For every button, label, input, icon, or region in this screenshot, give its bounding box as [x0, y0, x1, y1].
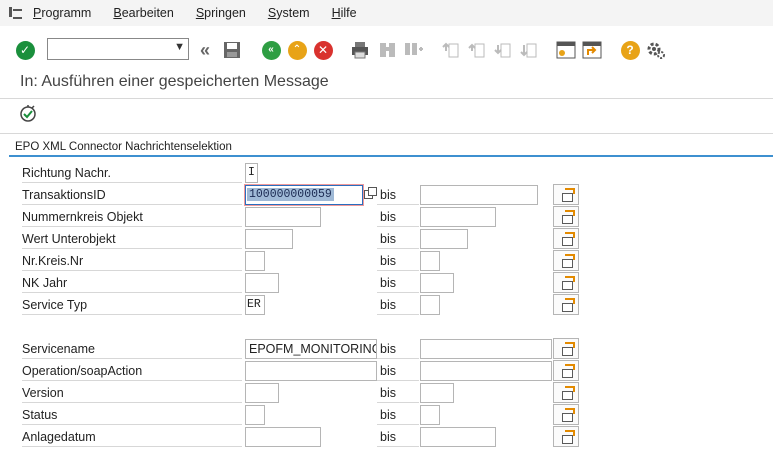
multiple-selection-button[interactable]	[553, 360, 579, 381]
help-icon[interactable]: ?	[620, 40, 640, 60]
label-bis: bis	[377, 405, 419, 425]
label-bis: bis	[377, 295, 419, 315]
richtung-field[interactable]: I	[245, 163, 258, 183]
menu-bearbeiten[interactable]: Bearbeiten	[113, 6, 173, 20]
label-bis: bis	[377, 185, 419, 205]
service-typ-from-field[interactable]: ER	[245, 295, 265, 315]
print-icon[interactable]	[350, 40, 370, 60]
nk-jahr-from-field[interactable]	[245, 273, 279, 293]
nr-kreis-nr-to-field[interactable]	[420, 251, 440, 271]
servicename-to-field[interactable]	[420, 339, 552, 359]
section-underline	[9, 155, 773, 157]
label-bis: bis	[377, 339, 419, 359]
transaktionsid-value: 100000000059	[247, 188, 334, 201]
command-input[interactable]	[48, 39, 168, 59]
previous-page-icon	[467, 40, 487, 60]
label-wert-unterobjekt: Wert Unterobjekt	[22, 229, 242, 249]
nummernkreis-to-field[interactable]	[420, 207, 496, 227]
version-to-field[interactable]	[420, 383, 454, 403]
multiple-selection-button[interactable]	[553, 294, 579, 315]
double-chevron-left-icon[interactable]: «	[195, 40, 215, 60]
menu-bar: Programm Bearbeiten Springen System Hilf…	[0, 0, 773, 26]
menu-springen[interactable]: Springen	[196, 6, 246, 20]
status-to-field[interactable]	[420, 405, 440, 425]
multiple-selection-button[interactable]	[553, 382, 579, 403]
last-page-icon	[519, 40, 539, 60]
label-bis: bis	[377, 361, 419, 381]
label-bis: bis	[377, 273, 419, 293]
nk-jahr-to-field[interactable]	[420, 273, 454, 293]
enter-icon[interactable]: ✓	[15, 40, 35, 60]
wert-unterobjekt-from-field[interactable]	[245, 229, 293, 249]
multiple-selection-button[interactable]	[553, 206, 579, 227]
multiple-selection-button[interactable]	[553, 404, 579, 425]
next-page-icon	[493, 40, 513, 60]
label-anlagedatum: Anlagedatum	[22, 427, 242, 447]
label-version: Version	[22, 383, 242, 403]
status-from-field[interactable]	[245, 405, 265, 425]
section-top-divider	[0, 133, 773, 134]
nr-kreis-nr-from-field[interactable]	[245, 251, 265, 271]
label-bis: bis	[377, 229, 419, 249]
menu-programm[interactable]: Programm	[33, 6, 91, 20]
value-help-icon[interactable]	[364, 187, 377, 199]
cancel-icon[interactable]: ✕	[313, 40, 333, 60]
multiple-selection-button[interactable]	[553, 338, 579, 359]
operation-to-field[interactable]	[420, 361, 552, 381]
label-bis: bis	[377, 427, 419, 447]
label-richtung: Richtung Nachr.	[22, 163, 242, 183]
service-typ-to-field[interactable]	[420, 295, 440, 315]
multiple-selection-button[interactable]	[553, 184, 579, 205]
new-session-icon[interactable]	[556, 40, 576, 60]
find-next-icon	[404, 40, 424, 60]
label-service-typ: Service Typ	[22, 295, 242, 315]
execute-icon[interactable]	[18, 104, 38, 124]
section-title: EPO XML Connector Nachrichtenselektion	[15, 141, 232, 153]
save-icon[interactable]	[222, 40, 242, 60]
title-divider	[0, 98, 773, 99]
page-title: In: Ausführen einer gespeicherten Messag…	[20, 73, 329, 90]
label-nk-jahr: NK Jahr	[22, 273, 242, 293]
command-field[interactable]: ▼	[47, 38, 189, 60]
back-icon[interactable]: «	[261, 40, 281, 60]
label-nummernkreis: Nummernkreis Objekt	[22, 207, 242, 227]
multiple-selection-button[interactable]	[553, 426, 579, 447]
label-operation: Operation/soapAction	[22, 361, 242, 381]
wert-unterobjekt-to-field[interactable]	[420, 229, 468, 249]
multiple-selection-button[interactable]	[553, 250, 579, 271]
chevron-down-icon[interactable]: ▼	[174, 41, 185, 53]
transaktionsid-to-field[interactable]	[420, 185, 538, 205]
multiple-selection-button[interactable]	[553, 228, 579, 249]
exit-icon[interactable]: ⌃	[287, 40, 307, 60]
label-bis: bis	[377, 383, 419, 403]
operation-from-field[interactable]	[245, 361, 377, 381]
label-bis: bis	[377, 251, 419, 271]
label-transaktionsid: TransaktionsID	[22, 185, 242, 205]
anlagedatum-from-field[interactable]	[245, 427, 321, 447]
shortcut-icon[interactable]	[582, 40, 602, 60]
label-status: Status	[22, 405, 242, 425]
nummernkreis-from-field[interactable]	[245, 207, 321, 227]
first-page-icon	[441, 40, 461, 60]
transaktionsid-from-field[interactable]: 100000000059	[244, 184, 364, 206]
anlagedatum-to-field[interactable]	[420, 427, 496, 447]
menu-app-icon[interactable]	[9, 7, 23, 19]
servicename-from-field[interactable]: EPOFM_MONITORING	[245, 339, 377, 359]
label-bis: bis	[377, 207, 419, 227]
gear-icon[interactable]	[646, 40, 666, 60]
version-from-field[interactable]	[245, 383, 279, 403]
label-servicename: Servicename	[22, 339, 242, 359]
selection-section: EPO XML Connector Nachrichtenselektion R…	[9, 140, 773, 454]
menu-system[interactable]: System	[268, 6, 310, 20]
find-icon	[378, 40, 398, 60]
label-nr-kreis-nr: Nr.Kreis.Nr	[22, 251, 242, 271]
multiple-selection-button[interactable]	[553, 272, 579, 293]
menu-hilfe[interactable]: Hilfe	[332, 6, 357, 20]
